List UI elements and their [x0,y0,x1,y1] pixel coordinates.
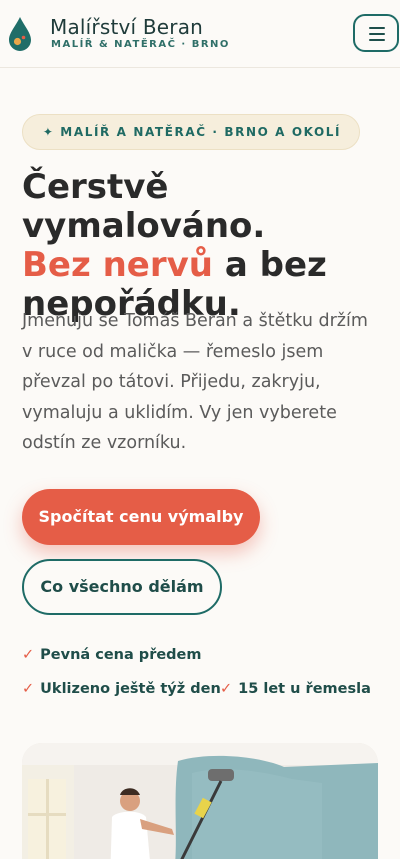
hero-eyebrow-text: ✦ MALÍŘ A NATĚRAČ · BRNO A OKOLÍ [42,125,342,139]
hero-title-rest: a bez [213,245,327,285]
hero-title: Čerstvě vymalováno. Bez nervů a bez nepo… [22,168,392,324]
hamburger-icon [369,27,385,29]
brand-tagline: MALÍŘ & NATĚRAČ · BRNO [51,39,230,50]
perk-item: ✓ 15 let u řemesla [220,681,371,697]
hero-title-accent: Bez nervů [22,245,214,285]
paint-drop-logo-icon[interactable] [8,16,32,52]
hero-eyebrow-badge: ✦ MALÍŘ A NATĚRAČ · BRNO A OKOLÍ [22,114,360,150]
hero-title-line1: Čerstvě vymalováno. [22,167,266,246]
perk-item: ✓ Pevná cena předem [22,647,202,663]
perk-item: ✓ Uklizeno ještě týž den [22,681,221,697]
site-header: Malířství Beran MALÍŘ & NATĚRAČ · BRNO [0,0,400,68]
brand-name[interactable]: Malířství Beran [50,15,203,39]
check-icon: ✓ [220,681,233,697]
price-calculator-button[interactable]: Spočítat cenu výmalby [22,489,260,545]
painter-illustration [22,743,378,859]
services-button[interactable]: Co všechno dělám [22,559,222,615]
menu-button[interactable] [353,14,399,52]
hero-description: Jmenuju se Tomáš Beran a štětku držím v … [22,311,368,453]
check-icon: ✓ [22,647,35,663]
check-icon: ✓ [22,681,35,697]
hero-photo-painter [22,743,378,859]
